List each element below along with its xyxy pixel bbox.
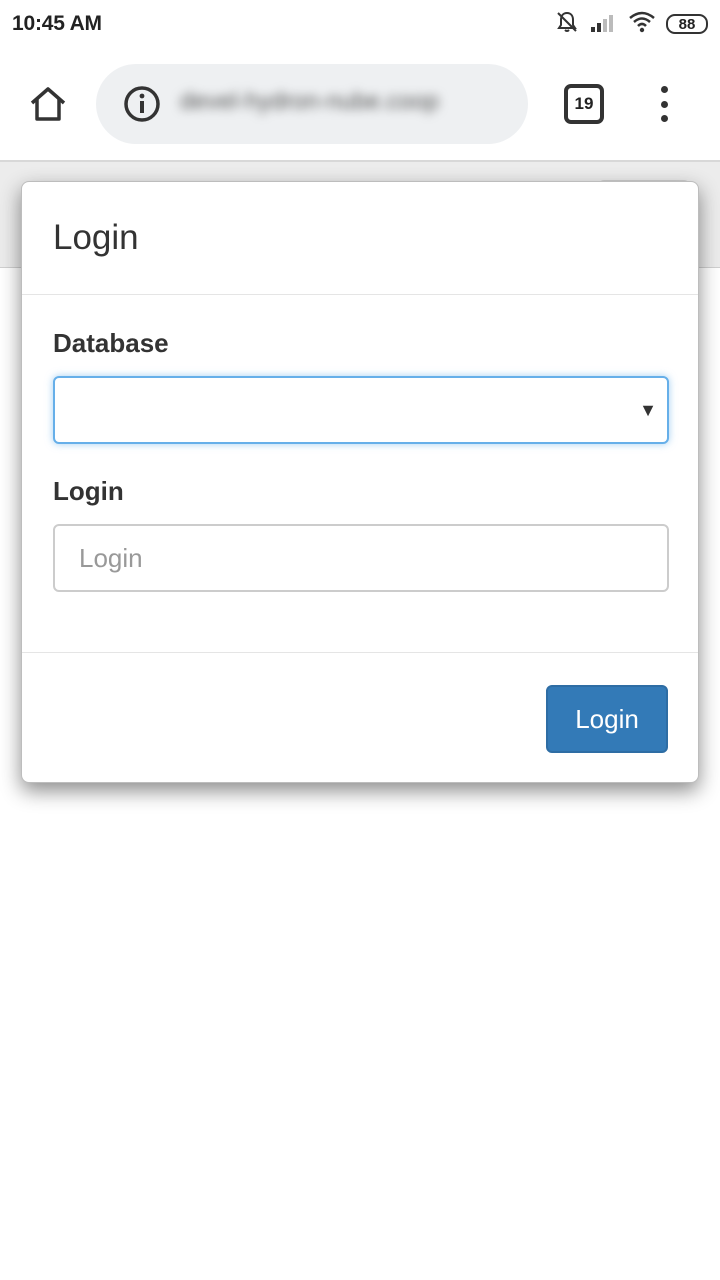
battery-icon: 88: [666, 14, 708, 34]
status-icons: 88: [554, 10, 708, 38]
menu-dot: [660, 100, 668, 108]
browser-toolbar: devel-hydron-nube.coop 19: [0, 48, 720, 160]
modal-header: Login: [22, 182, 698, 295]
database-label: Database: [53, 328, 169, 358]
login-button[interactable]: Login: [546, 685, 668, 753]
signal-icon: [590, 11, 618, 38]
login-input[interactable]: [53, 524, 669, 592]
dropdown-arrow-icon: ▼: [639, 400, 657, 420]
tabs-icon[interactable]: 19: [564, 84, 604, 124]
login-label: Login: [53, 476, 124, 506]
home-icon[interactable]: [22, 78, 74, 130]
status-time: 10:45 AM: [12, 12, 102, 35]
info-icon[interactable]: [122, 84, 162, 124]
bell-muted-icon: [554, 9, 580, 40]
modal-title: Login: [53, 218, 139, 257]
database-select[interactable]: ▼: [53, 376, 669, 444]
status-bar: 10:45 AM 88: [0, 0, 720, 48]
menu-dot: [660, 115, 668, 122]
address-bar[interactable]: devel-hydron-nube.coop: [96, 64, 528, 144]
modal-footer: Login: [22, 652, 698, 782]
menu-dot: [660, 86, 668, 93]
login-modal: Login Database ▼ Login Login: [21, 181, 699, 783]
url-text: devel-hydron-nube.coop: [180, 88, 439, 115]
menu-icon[interactable]: [644, 80, 684, 128]
wifi-icon: [628, 11, 656, 38]
